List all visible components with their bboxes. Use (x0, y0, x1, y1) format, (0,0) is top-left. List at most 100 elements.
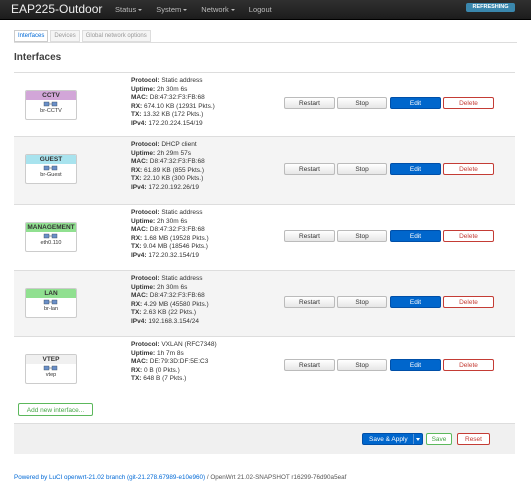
status-line: Protocol: Static address (131, 275, 209, 284)
status-key: RX: (131, 102, 143, 110)
status-line: MAC: D8:47:32:F3:FB:68 (131, 158, 205, 167)
edit-button[interactable]: Edit (390, 163, 441, 175)
interface-status: Protocol: DHCP client Uptime: 2h 29m 57s M… (131, 141, 205, 192)
stop-button[interactable]: Stop (337, 230, 387, 242)
status-value: 648 B (7 Pkts.) (143, 375, 187, 382)
delete-button[interactable]: Delete (443, 296, 494, 308)
tab-global-network-options[interactable]: Global network options (81, 30, 151, 42)
restart-button[interactable]: Restart (284, 296, 335, 308)
status-key: MAC: (131, 226, 148, 233)
status-key: Uptime: (131, 283, 156, 291)
interface-row: GUEST br-Guest Protocol: DHCP client Uptime… (14, 136, 515, 205)
status-line: RX: 4.29 MB (45580 Pkts.) (131, 301, 209, 310)
status-key: TX: (131, 175, 142, 182)
restart-button[interactable]: Restart (284, 163, 335, 175)
split-divider (413, 434, 414, 444)
status-line: MAC: D8:47:32:F3:FB:68 (131, 94, 215, 103)
status-value: 2h 30m 6s (157, 217, 188, 225)
chevron-down-icon (183, 9, 188, 12)
status-line: TX: 22.10 KB (300 Pkts.) (131, 175, 205, 184)
status-value: 22.10 KB (300 Pkts.) (143, 175, 204, 182)
status-line: RX: 0 B (0 Pkts.) (131, 367, 217, 376)
restart-button[interactable]: Restart (284, 230, 335, 242)
status-key: TX: (131, 111, 142, 118)
delete-button[interactable]: Delete (443, 359, 494, 371)
status-value: 1h 7m 8s (157, 349, 184, 357)
status-key: RX: (131, 366, 143, 374)
refreshing-badge[interactable]: REFRESHING (466, 3, 515, 12)
tab-divider (14, 42, 517, 43)
main-menu: Status System Network Logout (108, 0, 279, 19)
interface-status: Protocol: VXLAN (RFC7348) Uptime: 1h 7m 8… (131, 341, 217, 384)
edit-button[interactable]: Edit (390, 296, 441, 308)
status-key: Protocol: (131, 209, 160, 216)
status-value: 4.29 MB (45580 Pkts.) (144, 300, 209, 308)
status-line: Uptime: 2h 30m 6s (131, 86, 215, 95)
tab-interfaces[interactable]: Interfaces (14, 30, 49, 42)
status-value: 172.20.192.26/19 (148, 183, 199, 191)
menu-status[interactable]: Status (108, 0, 149, 19)
edit-button[interactable]: Edit (390, 230, 441, 242)
status-key: TX: (131, 375, 142, 382)
status-line: Uptime: 2h 30m 6s (131, 284, 209, 293)
edit-button[interactable]: Edit (390, 97, 441, 109)
status-value: D8:47:32:F3:FB:68 (149, 94, 205, 101)
status-value: 192.168.3.154/24 (148, 317, 199, 325)
save-apply-button[interactable]: Save & Apply (362, 433, 423, 445)
status-key: Protocol: (131, 141, 160, 148)
brand-title[interactable]: EAP225-Outdoor (11, 1, 102, 17)
status-key: RX: (131, 300, 143, 308)
status-key: Uptime: (131, 149, 156, 157)
status-value: Static address (161, 77, 203, 84)
status-key: MAC: (131, 292, 148, 299)
status-line: MAC: DE:79:3D:DF:5E:C3 (131, 358, 217, 367)
status-line: TX: 9.04 MB (18546 Pkts.) (131, 243, 209, 252)
interface-row: MANAGEMENT eth0.110 Protocol: Static addre… (14, 204, 515, 271)
luci-link[interactable]: Powered by LuCI openwrt-21.02 branch (gi… (14, 474, 205, 481)
status-value: 674.10 KB (12931 Pkts.) (144, 102, 215, 110)
status-value: Static address (161, 209, 203, 216)
delete-button[interactable]: Delete (443, 163, 494, 175)
status-value: DE:79:3D:DF:5E:C3 (149, 358, 209, 365)
status-value: 172.20.32.154/19 (148, 251, 199, 259)
interface-row: LAN br-lan Protocol: Static address Uptime:… (14, 270, 515, 337)
save-button[interactable]: Save (426, 433, 452, 445)
status-line: Protocol: Static address (131, 209, 209, 218)
status-line: IPv4: 172.20.224.154/19 (131, 120, 215, 129)
status-key: MAC: (131, 158, 148, 165)
status-line: IPv4: 172.20.192.26/19 (131, 184, 205, 193)
menu-logout[interactable]: Logout (242, 0, 279, 19)
stop-button[interactable]: Stop (337, 359, 387, 371)
delete-button[interactable]: Delete (443, 230, 494, 242)
status-line: RX: 61.89 KB (855 Pkts.) (131, 167, 205, 176)
status-line: TX: 13.32 KB (172 Pkts.) (131, 111, 215, 120)
chevron-down-icon[interactable] (416, 438, 420, 441)
restart-button[interactable]: Restart (284, 359, 335, 371)
stop-button[interactable]: Stop (337, 296, 387, 308)
status-value: 9.04 MB (18546 Pkts.) (143, 243, 208, 250)
stop-button[interactable]: Stop (337, 163, 387, 175)
add-interface-button[interactable]: Add new interface... (18, 403, 93, 416)
chevron-down-icon (138, 9, 143, 12)
interface-row: VTEP vtep Protocol: VXLAN (RFC7348) Uptime:… (14, 336, 515, 397)
status-value: 13.32 KB (172 Pkts.) (143, 111, 204, 118)
interface-device: vtep (45, 372, 57, 378)
delete-button[interactable]: Delete (443, 97, 494, 109)
status-key: Protocol: (131, 275, 160, 282)
status-line: Uptime: 2h 29m 57s (131, 150, 205, 159)
stop-button[interactable]: Stop (337, 97, 387, 109)
reset-button[interactable]: Reset (457, 433, 490, 445)
restart-button[interactable]: Restart (284, 97, 335, 109)
edit-button[interactable]: Edit (390, 359, 441, 371)
menu-network[interactable]: Network (194, 0, 242, 19)
menu-system[interactable]: System (149, 0, 194, 19)
status-key: Uptime: (131, 217, 156, 225)
status-line: Protocol: DHCP client (131, 141, 205, 150)
status-value: D8:47:32:F3:FB:68 (149, 158, 205, 165)
interface-badge: CCTV br-CCTV (25, 90, 77, 120)
tab-devices[interactable]: Devices (50, 30, 80, 42)
interface-status: Protocol: Static address Uptime: 2h 30m 6… (131, 275, 209, 326)
interface-device: br-Guest (40, 172, 62, 178)
status-line: RX: 674.10 KB (12931 Pkts.) (131, 103, 215, 112)
interface-badge: VTEP vtep (25, 354, 77, 384)
